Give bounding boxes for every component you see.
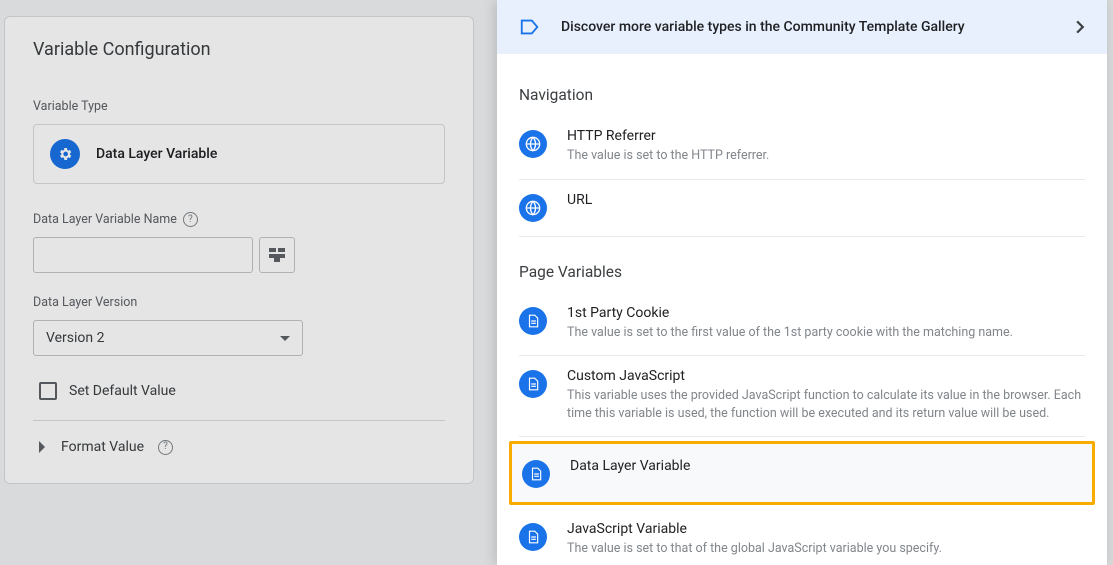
variable-type-picker-panel: Discover more variable types in the Comm… xyxy=(497,0,1107,565)
variable-name: HTTP Referrer xyxy=(567,128,1085,144)
banner-text: Discover more variable types in the Comm… xyxy=(561,19,1056,35)
variable-desc: The value is set to that of the global J… xyxy=(567,540,1085,558)
community-gallery-banner[interactable]: Discover more variable types in the Comm… xyxy=(497,0,1107,54)
page-icon xyxy=(519,523,547,551)
variable-name: Data Layer Variable xyxy=(570,458,1082,474)
page-icon xyxy=(519,370,547,398)
section-title-page-variables: Page Variables xyxy=(519,263,1085,281)
variable-name: JavaScript Variable xyxy=(567,521,1085,537)
variable-desc: The value is set to the first value of t… xyxy=(567,324,1085,342)
variable-type-url[interactable]: URL xyxy=(519,180,1085,237)
tag-icon xyxy=(519,16,541,38)
variable-type-http-referrer[interactable]: HTTP Referrer The value is set to the HT… xyxy=(519,116,1085,180)
globe-icon xyxy=(519,194,547,222)
variable-name: URL xyxy=(567,192,1085,208)
page-icon xyxy=(519,307,547,335)
variable-name: 1st Party Cookie xyxy=(567,305,1085,321)
variable-type-javascript-variable[interactable]: JavaScript Variable The value is set to … xyxy=(519,509,1085,565)
globe-icon xyxy=(519,130,547,158)
variable-type-1st-party-cookie[interactable]: 1st Party Cookie The value is set to the… xyxy=(519,293,1085,357)
variable-type-data-layer-variable[interactable]: Data Layer Variable xyxy=(509,441,1095,505)
section-title-navigation: Navigation xyxy=(519,86,1085,104)
variable-desc: This variable uses the provided JavaScri… xyxy=(567,387,1085,422)
chevron-right-icon xyxy=(1076,20,1085,34)
variable-name: Custom JavaScript xyxy=(567,368,1085,384)
variable-type-custom-javascript[interactable]: Custom JavaScript This variable uses the… xyxy=(519,356,1085,437)
variable-desc: The value is set to the HTTP referrer. xyxy=(567,147,1085,165)
page-icon xyxy=(522,460,550,488)
